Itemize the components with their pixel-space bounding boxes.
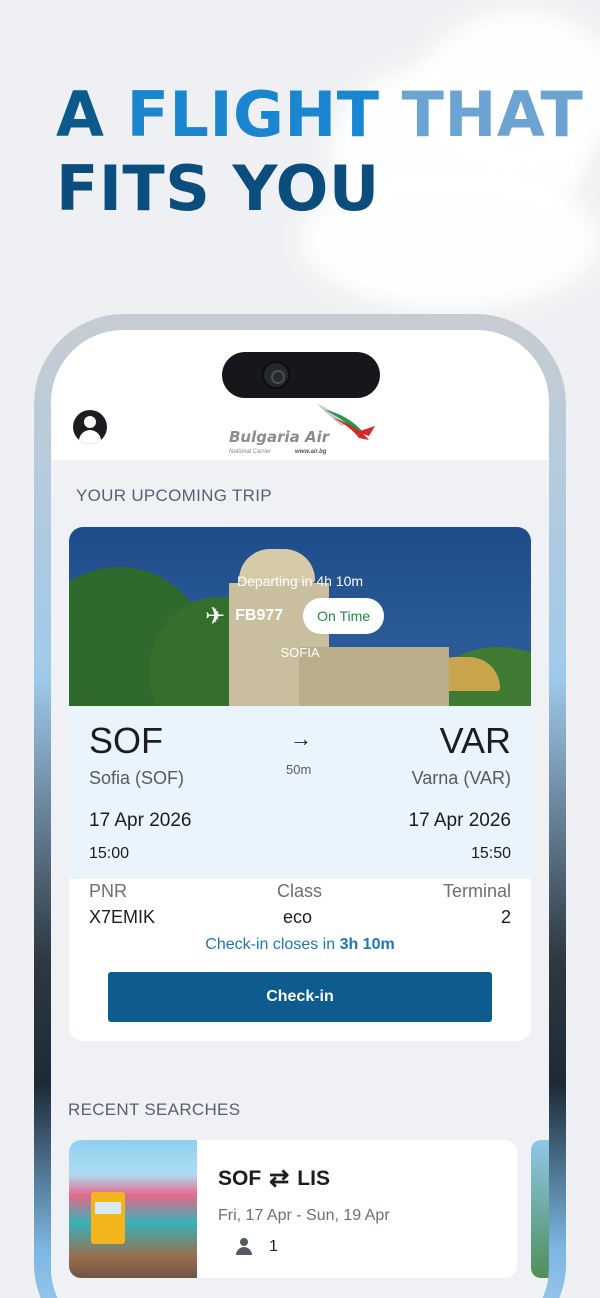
recent-destination: LIS [297, 1166, 330, 1190]
pnr-label: PNR [89, 881, 128, 901]
flight-number: FB977 [235, 607, 284, 624]
plane-icon: ✈ [205, 602, 226, 630]
phone-screen: Bulgaria Air National Carrier www.air.bg… [51, 330, 549, 1298]
headline-word: A [56, 78, 127, 151]
passenger-row: 1 [235, 1238, 278, 1256]
logo-url: www.air.bg [295, 449, 327, 455]
camera-icon [262, 361, 290, 389]
flight-info-row: ✈ FB977 On Time [205, 597, 385, 635]
recent-search-card[interactable]: SOF ⇄ LIS Fri, 17 Apr - Sun, 19 Apr 1 [69, 1140, 517, 1278]
destination-city: Varna (VAR) [411, 768, 511, 788]
class-label: Class [277, 881, 323, 901]
pnr-value: X7EMIK [89, 907, 156, 927]
departure-date: 17 Apr 2026 [89, 810, 192, 831]
route-panel: SOF VAR → 50m Sofia (SOF) Varna (VAR) 17… [69, 706, 531, 879]
origin-code: SOF [89, 720, 164, 761]
upcoming-trip-card[interactable]: Departing in 4h 10m ✈ FB977 On Time SOFI… [69, 527, 531, 1041]
profile-icon[interactable] [73, 410, 107, 444]
passenger-count: 1 [269, 1238, 278, 1255]
upcoming-trip-title: YOUR UPCOMING TRIP [76, 486, 272, 505]
recent-dates: Fri, 17 Apr - Sun, 19 Apr [218, 1207, 390, 1224]
flight-status-badge: On Time [303, 598, 385, 634]
destination-city-banner: SOFIA [280, 645, 320, 660]
tram-illustration [91, 1192, 125, 1244]
headline-word: THAT [401, 78, 584, 151]
swap-icon: ⇄ [269, 1165, 290, 1192]
recent-origin: SOF [218, 1166, 262, 1190]
arrow-right-icon: → [290, 726, 312, 751]
headline-word: FLIGHT [126, 78, 402, 151]
checkin-deadline-note: Check-in closes in 3h 10m [69, 936, 531, 954]
next-recent-card-peek[interactable] [531, 1140, 549, 1278]
person-icon [235, 1238, 253, 1256]
origin-city: Sofia (SOF) [89, 768, 185, 788]
arrival-date: 17 Apr 2026 [408, 810, 511, 831]
terminal-value: 2 [500, 907, 511, 927]
recent-searches-title: RECENT SEARCHES [68, 1100, 241, 1119]
checkin-button[interactable]: Check-in [108, 972, 492, 1022]
logo-tagline: National Carrier [229, 449, 272, 455]
departure-time: 15:00 [89, 845, 130, 862]
recent-route: SOF ⇄ LIS [218, 1164, 330, 1193]
destination-photo: Departing in 4h 10m ✈ FB977 On Time SOFI… [69, 527, 531, 706]
logo-wordmark: Bulgaria Air [229, 428, 330, 446]
destination-code: VAR [439, 720, 511, 761]
flight-duration: 50m [286, 762, 312, 777]
airline-logo: Bulgaria Air National Carrier www.air.bg [229, 402, 379, 460]
app-header: Bulgaria Air National Carrier www.air.bg [51, 400, 549, 460]
checkin-note-text: Check-in closes in [205, 936, 340, 953]
headline-line2: FITS YOU [56, 152, 380, 225]
destination-thumbnail [69, 1140, 197, 1278]
arrival-time: 15:50 [470, 845, 511, 862]
class-value: eco [283, 907, 313, 927]
checkin-note-time: 3h 10m [339, 936, 395, 953]
departing-countdown: Departing in 4h 10m [236, 573, 364, 589]
hero-headline: A FLIGHT THAT FITS YOU [56, 78, 583, 226]
app-content: YOUR UPCOMING TRIP Departing in 4h 10m ✈… [51, 460, 549, 1298]
terminal-label: Terminal [442, 881, 511, 901]
dynamic-island [222, 352, 380, 398]
